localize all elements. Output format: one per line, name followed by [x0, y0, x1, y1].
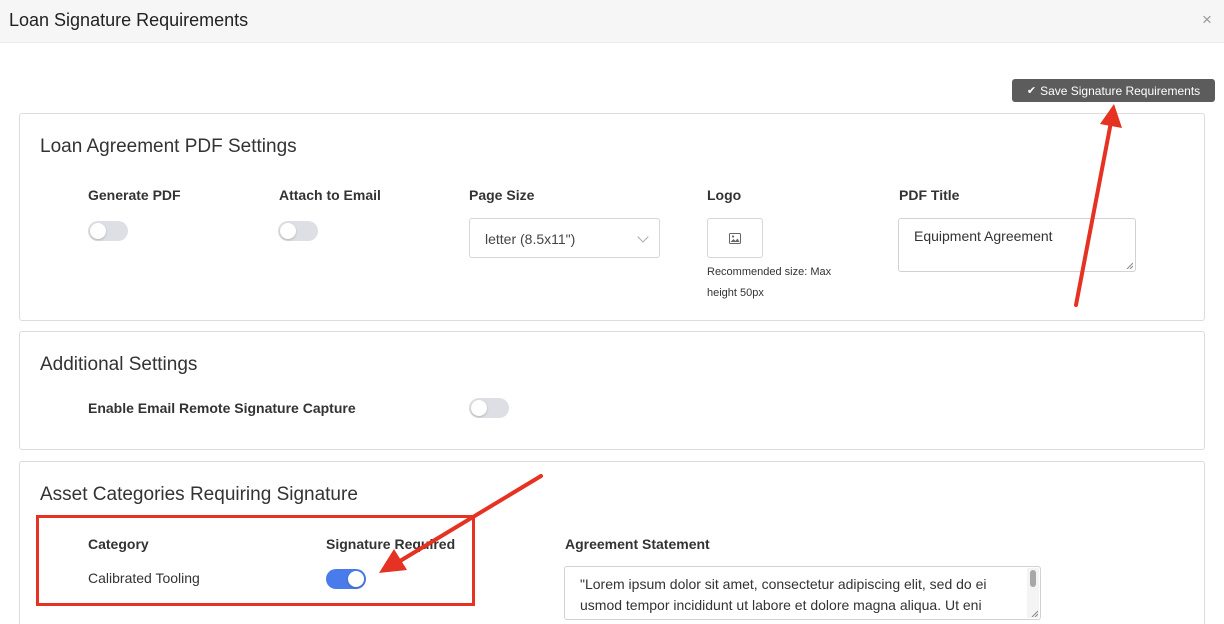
generate-pdf-toggle[interactable]	[88, 221, 128, 241]
chevron-down-icon	[637, 231, 649, 243]
asset-categories-title: Asset Categories Requiring Signature	[40, 484, 358, 505]
generate-pdf-label: Generate PDF	[88, 187, 181, 203]
additional-settings-title: Additional Settings	[40, 354, 198, 375]
additional-settings-panel: Additional Settings Enable Email Remote …	[19, 331, 1205, 450]
agreement-statement-input[interactable]: "Lorem ipsum dolor sit amet, consectetur…	[564, 566, 1041, 620]
pdf-settings-panel: Loan Agreement PDF Settings Generate PDF…	[19, 113, 1205, 321]
checkmark-icon: ✔	[1026, 85, 1037, 97]
remote-signature-label: Enable Email Remote Signature Capture	[88, 400, 356, 416]
attach-email-toggle[interactable]	[278, 221, 318, 241]
toggle-knob	[280, 223, 296, 239]
page-size-value: letter (8.5x11")	[485, 231, 576, 247]
dialog-header: Loan Signature Requirements ×	[0, 0, 1224, 43]
remote-signature-toggle[interactable]	[469, 398, 509, 418]
close-icon[interactable]: ×	[1200, 11, 1214, 29]
highlight-box	[36, 515, 475, 606]
pdf-title-value: Equipment Agreement	[914, 228, 1053, 244]
save-signature-requirements-button[interactable]: ✔ Save Signature Requirements	[1012, 79, 1215, 102]
agreement-statement-column-header: Agreement Statement	[565, 536, 710, 552]
toggle-knob	[90, 223, 106, 239]
pdf-title-label: PDF Title	[899, 187, 960, 203]
page-size-label: Page Size	[469, 187, 535, 203]
image-icon	[729, 232, 741, 244]
scrollbar-thumb[interactable]	[1030, 570, 1036, 587]
page-size-select[interactable]: letter (8.5x11")	[469, 218, 660, 258]
toggle-knob	[471, 400, 487, 416]
logo-upload-button[interactable]	[707, 218, 763, 258]
pdf-settings-title: Loan Agreement PDF Settings	[40, 136, 297, 157]
resize-handle-icon[interactable]	[1126, 262, 1133, 269]
save-button-label: Save Signature Requirements	[1040, 83, 1201, 98]
attach-email-label: Attach to Email	[279, 187, 381, 203]
logo-size-hint: Recommended size: Max height 50px	[707, 266, 832, 299]
pdf-title-input[interactable]: Equipment Agreement	[898, 218, 1136, 272]
logo-label: Logo	[707, 187, 742, 203]
resize-handle-icon[interactable]	[1031, 610, 1038, 617]
dialog-title: Loan Signature Requirements	[9, 10, 249, 30]
agreement-statement-value: "Lorem ipsum dolor sit amet, consectetur…	[580, 576, 991, 613]
